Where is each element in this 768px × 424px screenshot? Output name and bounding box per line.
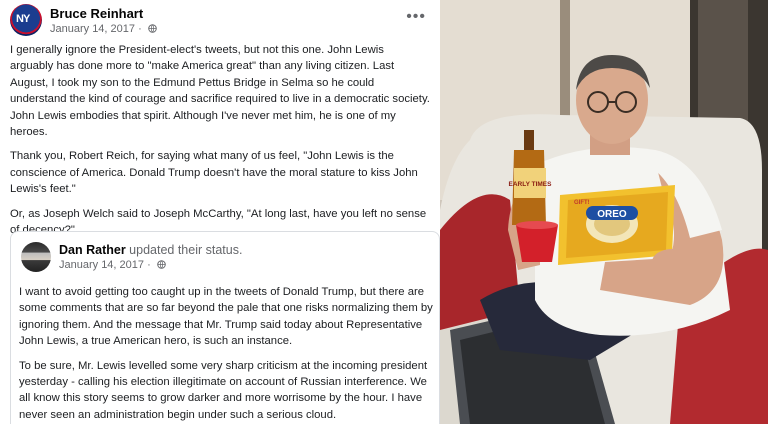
shared-meta: January 14, 2017 · <box>59 259 166 271</box>
shared-date[interactable]: January 14, 2017 <box>59 259 144 271</box>
avatar[interactable]: NY <box>10 4 42 36</box>
shared-paragraph-2: To be sure, Mr. Lewis levelled some very… <box>19 359 428 421</box>
red-cup <box>516 225 558 262</box>
shared-body: I want to avoid getting too caught up in… <box>19 284 433 424</box>
facebook-post: NY Bruce Reinhart January 14, 2017 · •••… <box>0 0 440 424</box>
bottle-label: EARLY TIMES <box>509 181 553 188</box>
oreo-logo-text: OREO <box>597 209 627 220</box>
post-header: NY Bruce Reinhart January 14, 2017 · ••• <box>10 4 430 40</box>
shared-paragraph-1: I want to avoid getting too caught up in… <box>19 286 433 348</box>
photo-man-on-couch: EARLY TIMES OREO GIFT! <box>440 0 768 424</box>
shared-author[interactable]: Dan Rather <box>59 243 126 257</box>
post-date[interactable]: January 14, 2017 <box>50 23 135 35</box>
post-author[interactable]: Bruce Reinhart <box>50 6 143 21</box>
post-meta: January 14, 2017 · <box>50 23 157 35</box>
globe-icon <box>157 260 166 269</box>
shared-post-card[interactable]: Dan Rather updated their status. January… <box>10 231 440 424</box>
avatar-logo-text: NY <box>16 13 30 25</box>
post-paragraph-1: I generally ignore the President-elect's… <box>10 44 430 139</box>
oreo-package: OREO GIFT! <box>558 185 675 265</box>
globe-icon <box>148 24 157 33</box>
package-flag-text: GIFT! <box>574 200 590 206</box>
post-paragraph-2: Thank you, Robert Reich, for saying what… <box>10 150 418 196</box>
post-body: I generally ignore the President-elect's… <box>10 42 430 246</box>
shared-avatar[interactable] <box>21 242 51 272</box>
shared-author-line: Dan Rather updated their status. <box>59 243 242 257</box>
more-options-icon[interactable]: ••• <box>406 8 426 26</box>
shared-action: updated their status. <box>129 243 243 257</box>
photo-illustration: EARLY TIMES OREO GIFT! <box>440 0 768 424</box>
